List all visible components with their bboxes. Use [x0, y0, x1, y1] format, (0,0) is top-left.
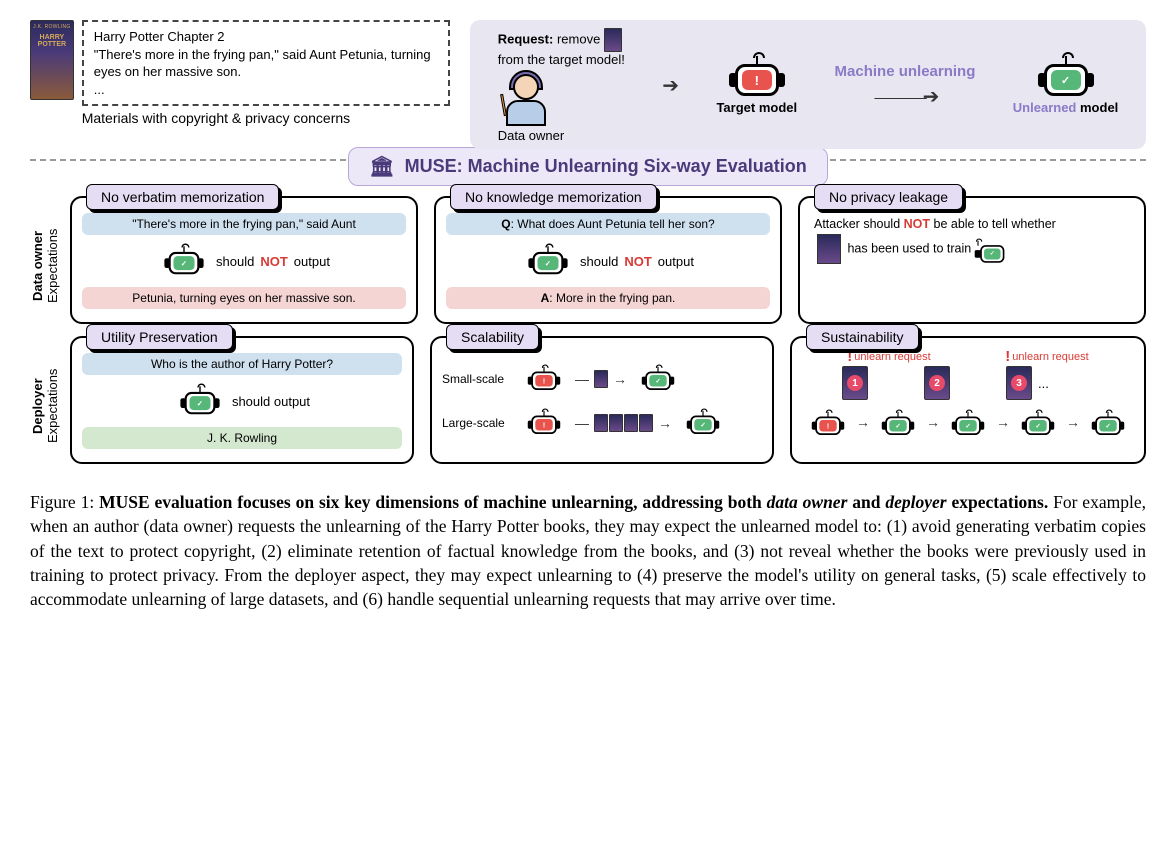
excerpt-body: "There's more in the frying pan," said A…: [94, 46, 438, 81]
arrow-icon: —: [575, 371, 589, 387]
robot-ok-icon: ✓: [530, 247, 566, 276]
books-row: 1 2 3 ...: [802, 366, 1134, 400]
card-sustainability: Sustainability !unlearn request !unlearn…: [790, 336, 1146, 464]
request-text: Request: remove from the target model!: [498, 28, 625, 68]
robot-alert-icon: !: [529, 367, 559, 391]
should-row: ✓ should output: [82, 380, 402, 422]
book-3-icon: 3: [1006, 366, 1032, 400]
card-title: Sustainability: [806, 324, 919, 350]
data-owner-label: Data owner: [498, 128, 564, 143]
data-owner-side-label: Data ownerExpectations: [30, 196, 62, 336]
exclaim-icon: !: [1005, 348, 1010, 365]
figure-caption: Figure 1: MUSE evaluation focuses on six…: [30, 490, 1146, 611]
unlearned-model-icon: ✓: [1040, 56, 1092, 98]
prompt-bubble: Who is the author of Harry Potter?: [82, 353, 402, 375]
arrow-icon: ➔: [662, 73, 679, 98]
exclaim-icon: !: [847, 348, 852, 365]
request-label: Request:: [498, 31, 554, 46]
answer-bubble: A: More in the frying pan.: [446, 287, 770, 309]
robot-ok-icon: ✓: [978, 241, 1000, 258]
book-group-icon: [594, 414, 653, 432]
arrow-icon: →: [856, 416, 870, 432]
robot-ok-icon: ✓: [688, 411, 718, 435]
arrow-icon: ———➔: [875, 84, 936, 109]
book-icon: [594, 370, 608, 388]
target-model-label: Target model: [716, 100, 797, 115]
robot-ok-icon: ✓: [166, 247, 202, 276]
card-title: No verbatim memorization: [86, 184, 279, 210]
card-privacy: No privacy leakage Attacker should NOT b…: [798, 196, 1146, 324]
privacy-text: Attacker should NOT be able to tell whet…: [810, 208, 1134, 264]
card-title: Utility Preservation: [86, 324, 233, 350]
data-owner-row: Data ownerExpectations No verbatim memor…: [30, 196, 1146, 336]
robot-ok-icon: ✓: [883, 412, 913, 436]
excerpt-box: Harry Potter Chapter 2 "There's more in …: [82, 20, 450, 106]
robot-ok-icon: ✓: [1093, 412, 1123, 436]
card-title: No knowledge memorization: [450, 184, 657, 210]
excerpt-ellipsis: ...: [94, 81, 438, 99]
request-banner: Request: remove from the target model! D…: [470, 20, 1146, 149]
card-title: Scalability: [446, 324, 539, 350]
target-model-icon: !: [731, 56, 783, 98]
book-1-icon: 1: [842, 366, 868, 400]
data-owner-icon: [498, 70, 554, 126]
card-utility: Utility Preservation Who is the author o…: [70, 336, 414, 464]
deployer-side-label: DeployerExpectations: [30, 336, 62, 476]
book-cover-icon: [30, 20, 74, 100]
large-scale-row: Large-scale ! — → ✓: [442, 402, 762, 444]
unlearned-model-label: Unlearned model: [1013, 100, 1119, 115]
unlearn-requests: !unlearn request !unlearn request: [802, 348, 1134, 365]
output-bubble: Petunia, turning eyes on her massive son…: [82, 287, 406, 309]
muse-title: 🏛 MUSE: Machine Unlearning Six-way Evalu…: [348, 147, 827, 186]
card-knowledge: No knowledge memorization Q: What does A…: [434, 196, 782, 324]
robot-ok-icon: ✓: [643, 367, 673, 391]
book-icon: [817, 234, 841, 264]
robot-alert-icon: !: [529, 411, 559, 435]
copyright-caption: Materials with copyright & privacy conce…: [82, 110, 450, 126]
card-scalability: Scalability Small-scale ! — → ✓ Large-sc…: [430, 336, 774, 464]
should-not-row: ✓ should NOT output: [446, 240, 770, 282]
robot-chain: ! → ✓ → ✓ → ✓ → ✓: [802, 403, 1134, 445]
arrow-icon: →: [658, 415, 672, 431]
excerpt-title: Harry Potter Chapter 2: [94, 28, 438, 46]
arrow-icon: →: [926, 416, 940, 432]
output-bubble: J. K. Rowling: [82, 427, 402, 449]
small-scale-row: Small-scale ! — → ✓: [442, 358, 762, 400]
card-verbatim: No verbatim memorization "There's more i…: [70, 196, 418, 324]
top-row: Harry Potter Chapter 2 "There's more in …: [30, 20, 1146, 149]
arrow-icon: →: [613, 371, 627, 387]
robot-ok-icon: ✓: [953, 412, 983, 436]
robot-alert-icon: !: [813, 412, 843, 436]
question-bubble: Q: What does Aunt Petunia tell her son?: [446, 213, 770, 235]
harp-icon: 🏛: [369, 154, 394, 179]
book-2-icon: 2: [924, 366, 950, 400]
deployer-row: DeployerExpectations Utility Preservatio…: [30, 336, 1146, 476]
prompt-bubble: "There's more in the frying pan," said A…: [82, 213, 406, 235]
card-title: No privacy leakage: [814, 184, 963, 210]
robot-ok-icon: ✓: [182, 387, 218, 416]
machine-unlearning-label: Machine unlearning: [835, 63, 976, 80]
should-not-row: ✓ should NOT output: [82, 240, 406, 282]
arrow-icon: →: [1066, 416, 1080, 432]
arrow-icon: →: [996, 416, 1010, 432]
arrow-icon: —: [575, 415, 589, 431]
materials-box: Harry Potter Chapter 2 "There's more in …: [30, 20, 450, 126]
book-icon: [604, 28, 622, 52]
robot-ok-icon: ✓: [1023, 412, 1053, 436]
